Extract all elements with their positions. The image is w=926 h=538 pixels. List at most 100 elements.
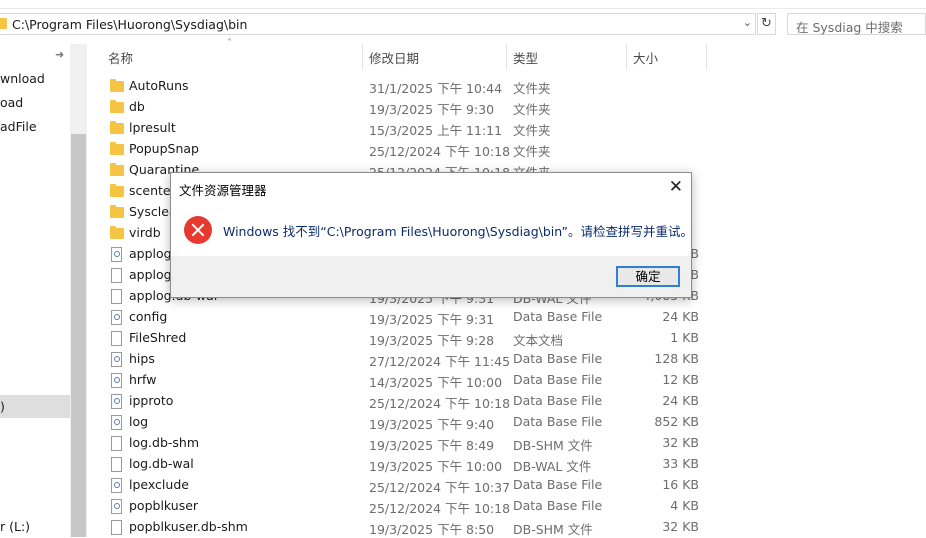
file-type: Data Base File (513, 393, 603, 408)
settings-file-icon (111, 499, 122, 514)
file-name: lpresult (129, 120, 176, 135)
file-type: Data Base File (513, 498, 603, 513)
file-type: DB-WAL 文件 (513, 459, 592, 474)
settings-file-icon (111, 247, 122, 262)
file-size: 12 KB (662, 372, 699, 387)
file-row[interactable]: hrfw 14/3/2025 下午 10:00 Data Base File 12 K… (88, 370, 718, 391)
file-size: 852 KB (654, 414, 699, 429)
file-row[interactable]: lpresult 15/3/2025 上午 11:11 文件夹 (88, 118, 718, 139)
file-row[interactable]: PopupSnap 25/12/2024 下午 10:18 文件夹 (88, 139, 718, 160)
file-type: Data Base File (513, 477, 603, 492)
file-type: 文件夹 (513, 123, 551, 138)
file-date: 19/3/2025 下午 9:40 (369, 417, 495, 432)
file-type: Data Base File (513, 351, 603, 366)
dialog-title: 文件资源管理器 (179, 183, 267, 198)
file-row[interactable]: config 19/3/2025 下午 9:31 Data Base File 24 … (88, 307, 718, 328)
file-name: lpexclude (129, 477, 189, 492)
settings-file-icon (111, 310, 122, 325)
file-size: 16 KB (662, 477, 699, 492)
nav-item[interactable]: wnload (0, 71, 45, 86)
column-header-date[interactable]: 修改日期 (369, 48, 419, 74)
file-date: 31/1/2025 下午 10:44 (369, 81, 503, 96)
nav-item[interactable]: ) (0, 399, 5, 414)
file-date: 19/3/2025 下午 10:00 (369, 459, 503, 474)
column-divider[interactable] (706, 44, 707, 70)
column-header-name[interactable]: 名称 (108, 48, 133, 74)
file-row[interactable]: hips 27/12/2024 下午 11:45 Data Base File 128… (88, 349, 718, 370)
file-date: 19/3/2025 下午 8:49 (369, 438, 495, 453)
file-size: 33 KB (662, 456, 699, 471)
file-name: log.db-wal (129, 456, 194, 471)
file-size: 1 KB (670, 330, 699, 345)
file-size: 24 KB (662, 309, 699, 324)
file-name: applog (129, 267, 172, 282)
nav-selected-highlight (0, 395, 70, 418)
nav-scrollbar-thumb[interactable] (71, 134, 86, 537)
file-row[interactable]: log.db-wal 19/3/2025 下午 10:00 DB-WAL 文件 33 … (88, 454, 718, 475)
close-icon[interactable]: ✕ (669, 177, 683, 197)
file-row[interactable]: log 19/3/2025 下午 9:40 Data Base File 852 KB (88, 412, 718, 433)
file-name: FileShred (129, 330, 187, 345)
chevron-down-icon[interactable]: ⌄ (743, 16, 752, 29)
file-size: 24 KB (662, 393, 699, 408)
file-date: 25/12/2024 下午 10:37 (369, 480, 511, 495)
address-path[interactable]: C:\Program Files\Huorong\Sysdiag\bin (12, 17, 247, 32)
refresh-button[interactable]: ↻ (757, 13, 776, 35)
file-size: 32 KB (662, 519, 699, 534)
file-row[interactable]: popblkuser 25/12/2024 下午 10:18 Data Base F… (88, 496, 718, 517)
settings-file-icon (111, 478, 122, 493)
folder-icon (110, 121, 124, 134)
settings-file-icon (111, 415, 122, 430)
file-row[interactable]: popblkuser.db-shm 19/3/2025 下午 8:50 DB-SHM… (88, 517, 718, 538)
dialog-message: Windows 找不到“C:\Program Files\Huorong\Sys… (223, 224, 693, 239)
file-icon (111, 436, 122, 451)
file-date: 25/12/2024 下午 10:18 (369, 144, 511, 159)
file-icon (111, 289, 122, 304)
file-icon (111, 331, 122, 346)
file-date: 25/12/2024 下午 10:18 (369, 396, 511, 411)
file-name: log.db-shm (129, 435, 200, 450)
file-type: Data Base File (513, 309, 603, 324)
file-name: hips (129, 351, 155, 366)
column-divider[interactable] (626, 44, 627, 70)
file-row[interactable]: ipproto 25/12/2024 下午 10:18 Data Base File… (88, 391, 718, 412)
file-row[interactable]: db 19/3/2025 下午 9:30 文件夹 (88, 97, 718, 118)
file-date: 19/3/2025 下午 9:31 (369, 312, 495, 327)
folder-icon (110, 226, 124, 239)
search-input[interactable]: 在 Sysdiag 中搜索 (787, 13, 926, 35)
file-size: 32 KB (662, 435, 699, 450)
column-divider[interactable] (362, 44, 363, 70)
folder-icon (110, 100, 124, 113)
nav-item[interactable]: oad (0, 95, 23, 110)
file-date: 14/3/2025 下午 10:00 (369, 375, 503, 390)
file-name: PopupSnap (129, 141, 199, 156)
file-name: log (129, 414, 149, 429)
file-size: 4 KB (670, 498, 699, 513)
file-name: virdb (129, 225, 161, 240)
error-icon (184, 216, 212, 244)
nav-item[interactable]: adFile (0, 119, 37, 134)
file-row[interactable]: log.db-shm 19/3/2025 下午 8:49 DB-SHM 文件 32 K… (88, 433, 718, 454)
file-type: 文件夹 (513, 102, 551, 117)
file-type: DB-SHM 文件 (513, 522, 593, 537)
settings-file-icon (111, 373, 122, 388)
file-row[interactable]: FileShred 19/3/2025 下午 9:28 文本文档 1 KB (88, 328, 718, 349)
folder-icon (110, 205, 124, 218)
address-bar[interactable]: C:\Program Files\Huorong\Sysdiag\bin ⌄ (0, 13, 756, 35)
file-icon (111, 268, 122, 283)
error-dialog: 文件资源管理器 ✕ Windows 找不到“C:\Program Files\H… (170, 172, 693, 298)
window-top-edge (0, 0, 926, 9)
file-row[interactable]: lpexclude 25/12/2024 下午 10:37 Data Base Fi… (88, 475, 718, 496)
nav-item[interactable]: r (L:) (0, 519, 30, 534)
column-header-size[interactable]: 大小 (633, 48, 658, 74)
dialog-footer: 确定 (171, 256, 691, 297)
file-name: applog (129, 246, 172, 261)
ok-button[interactable]: 确定 (616, 266, 680, 287)
column-header-type[interactable]: 类型 (513, 48, 538, 74)
column-divider[interactable] (506, 44, 507, 70)
file-type: 文本文档 (513, 333, 564, 348)
file-row[interactable]: AutoRuns 31/1/2025 下午 10:44 文件夹 (88, 76, 718, 97)
pin-icon[interactable]: ➜ (55, 48, 64, 61)
file-name: config (129, 309, 168, 324)
file-type: Data Base File (513, 414, 603, 429)
